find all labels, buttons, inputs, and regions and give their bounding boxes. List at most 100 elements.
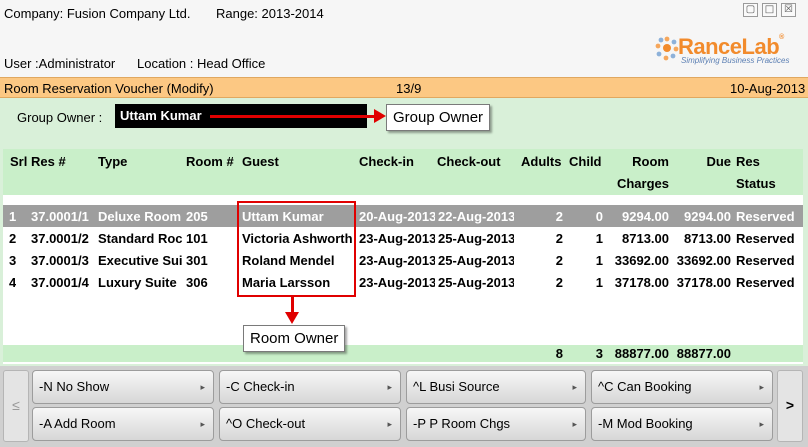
add-room-label: -A Add Room xyxy=(39,416,116,431)
cell-srl: 4 xyxy=(9,275,17,290)
cell-child: 1 xyxy=(595,231,603,246)
group-owner-arrowhead-icon xyxy=(374,109,386,123)
arrow-right-icon: ▸ xyxy=(759,382,764,392)
cell-checkin: 23-Aug-2013 xyxy=(359,231,435,246)
total-due: 88877.00 xyxy=(676,346,731,361)
cell-room: 101 xyxy=(186,231,208,246)
add-room-button[interactable]: -A Add Room ▸ xyxy=(32,407,214,441)
cell-room: 205 xyxy=(186,209,208,224)
cell-checkout: 25-Aug-2013 xyxy=(438,253,514,268)
arrow-right-icon: ▸ xyxy=(200,419,205,429)
cell-status: Reserved xyxy=(736,231,795,246)
cell-adults: 2 xyxy=(555,275,563,290)
cell-room: 306 xyxy=(186,275,208,290)
cell-res: 37.0001/2 xyxy=(31,231,89,246)
cell-adults: 2 xyxy=(555,253,563,268)
cell-status: Reserved xyxy=(736,275,795,290)
group-owner-callout: Group Owner xyxy=(386,104,491,131)
range-label: Range: 2013-2014 xyxy=(216,6,324,21)
arrow-right-icon: ▸ xyxy=(572,419,577,429)
registered-mark: ® xyxy=(779,34,784,41)
company-label: Company: Fusion Company Ltd. xyxy=(4,6,191,21)
cell-checkin: 23-Aug-2013 xyxy=(359,275,435,290)
group-owner-arrow xyxy=(210,115,380,118)
col-type: Type xyxy=(98,154,128,169)
cell-type: Deluxe Room xyxy=(98,209,182,224)
user-label: User :Administrator xyxy=(4,56,116,71)
voucher-title: Room Reservation Voucher (Modify) xyxy=(4,81,214,96)
no-show-button[interactable]: -N No Show ▸ xyxy=(32,370,214,404)
cell-due: 9294.00 xyxy=(684,209,731,224)
cell-checkout: 22-Aug-2013 xyxy=(438,209,514,224)
col-room-charges: Room xyxy=(632,154,669,169)
next-page-button[interactable]: > xyxy=(777,370,803,442)
cell-type: Executive Sui xyxy=(98,253,183,268)
table-row[interactable]: 1 37.0001/1 Deluxe Room 205 Uttam Kumar … xyxy=(3,205,803,227)
prev-page-button[interactable]: ≤ xyxy=(3,370,29,442)
guest-highlight-box xyxy=(237,201,356,297)
cell-due: 33692.00 xyxy=(676,253,731,268)
col-res: Res # xyxy=(31,154,66,169)
logo-tagline: Simplifying Business Practices xyxy=(681,56,790,65)
table-row[interactable]: 3 37.0001/3 Executive Sui 301 Roland Men… xyxy=(3,249,803,271)
col-adults: Adults xyxy=(521,154,562,169)
voucher-bar: Room Reservation Voucher (Modify) 13/9 1… xyxy=(0,77,808,98)
can-booking-label: ^C Can Booking xyxy=(598,379,692,394)
table-row[interactable]: 4 37.0001/4 Luxury Suite 306 Maria Larss… xyxy=(3,271,803,293)
no-show-label: -N No Show xyxy=(39,379,110,394)
cell-srl: 1 xyxy=(9,209,17,224)
cell-checkin: 20-Aug-2013 xyxy=(359,209,435,224)
reservation-table: Srl Res # Type Room # Guest Check-in Che… xyxy=(3,149,803,364)
arrow-right-icon: ▸ xyxy=(572,382,577,392)
cell-child: 0 xyxy=(595,209,603,224)
maximize-icon[interactable]: □ xyxy=(762,3,777,17)
room-owner-callout: Room Owner xyxy=(243,325,346,352)
cell-charges: 8713.00 xyxy=(622,231,669,246)
mod-booking-button[interactable]: -M Mod Booking ▸ xyxy=(591,407,773,441)
cell-srl: 3 xyxy=(9,253,17,268)
table-row[interactable]: 2 37.0001/2 Standard Roc 101 Victoria As… xyxy=(3,227,803,249)
total-adults: 8 xyxy=(555,346,563,361)
title-bar: Company: Fusion Company Ltd. Range: 2013… xyxy=(0,0,808,77)
total-charges: 88877.00 xyxy=(614,346,669,361)
col-guest: Guest xyxy=(242,154,279,169)
cell-charges: 9294.00 xyxy=(622,209,669,224)
can-booking-button[interactable]: ^C Can Booking ▸ xyxy=(591,370,773,404)
cell-srl: 2 xyxy=(9,231,17,246)
cell-child: 1 xyxy=(595,275,603,290)
cell-type: Standard Roc xyxy=(98,231,183,246)
table-header: Srl Res # Type Room # Guest Check-in Che… xyxy=(3,149,803,195)
col-checkin: Check-in xyxy=(359,154,414,169)
room-charges-button[interactable]: -P P Room Chgs ▸ xyxy=(406,407,586,441)
col-due: Due xyxy=(706,154,731,169)
cell-type: Luxury Suite xyxy=(98,275,177,290)
check-out-button[interactable]: ^O Check-out ▸ xyxy=(219,407,401,441)
cell-checkin: 23-Aug-2013 xyxy=(359,253,435,268)
col-child: Child xyxy=(569,154,602,169)
busi-source-button[interactable]: ^L Busi Source ▸ xyxy=(406,370,586,404)
cell-child: 1 xyxy=(595,253,603,268)
cell-status: Reserved xyxy=(736,209,795,224)
rancelab-logo: RanceLab® Simplifying Business Practices xyxy=(648,31,806,71)
cell-res: 37.0001/1 xyxy=(31,209,89,224)
cell-status: Reserved xyxy=(736,253,795,268)
arrow-right-icon: ▸ xyxy=(200,382,205,392)
cell-res: 37.0001/3 xyxy=(31,253,89,268)
group-owner-label: Group Owner : xyxy=(17,110,103,125)
cell-due: 37178.00 xyxy=(676,275,731,290)
arrow-right-icon: ▸ xyxy=(759,419,764,429)
voucher-date: 10-Aug-2013 xyxy=(730,81,806,96)
cell-charges: 37178.00 xyxy=(614,275,669,290)
window-controls: ▢ □ ☒ xyxy=(743,3,796,17)
col-room-charges-2: Charges xyxy=(616,176,669,191)
close-icon[interactable]: ☒ xyxy=(781,3,796,17)
arrow-right-icon: ▸ xyxy=(387,382,392,392)
cell-adults: 2 xyxy=(555,231,563,246)
room-owner-arrowhead-icon xyxy=(285,312,299,324)
col-status-2: Status xyxy=(736,176,776,191)
cell-checkout: 25-Aug-2013 xyxy=(438,275,514,290)
cell-charges: 33692.00 xyxy=(614,253,669,268)
minimize-icon[interactable]: ▢ xyxy=(743,3,758,17)
cell-adults: 2 xyxy=(555,209,563,224)
check-in-button[interactable]: -C Check-in ▸ xyxy=(219,370,401,404)
